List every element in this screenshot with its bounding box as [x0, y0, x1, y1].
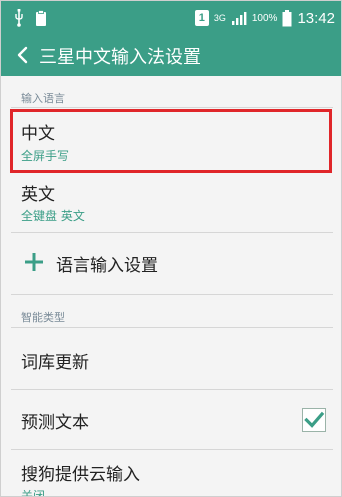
divider: [11, 294, 333, 295]
sogou-cloud-item[interactable]: 搜狗提供云输入 关闭: [1, 450, 341, 497]
predictive-text-label: 预测文本: [21, 413, 89, 433]
section-header-input-language: 输入语言: [21, 92, 65, 105]
status-bar: 1 3G 100% 13:42: [1, 1, 341, 34]
network-type: 3G: [213, 12, 226, 23]
battery-icon: [282, 9, 292, 26]
battery-percent: 100%: [251, 12, 278, 24]
checkmark-icon: [304, 411, 325, 428]
dictionary-update-item[interactable]: 词库更新: [1, 328, 341, 388]
sim-indicator: 1: [194, 10, 209, 26]
plus-icon: [25, 253, 43, 271]
phone-screen: 1 3G 100% 13:42 三星中文输入法设置 输入语言 中文 全屏手写 英…: [0, 0, 342, 497]
status-right: 1 3G 100% 13:42: [194, 7, 335, 29]
sogou-cloud-label: 搜狗提供云输入: [21, 465, 140, 485]
signal-icon: [231, 12, 247, 25]
usb-icon: [15, 9, 23, 27]
clipboard-icon: [36, 9, 46, 26]
predictive-text-item[interactable]: 预测文本: [1, 390, 341, 448]
page-title[interactable]: 三星中文输入法设置: [39, 43, 201, 69]
language-item-english[interactable]: 英文 全键盘 英文: [1, 174, 341, 232]
chevron-left-icon[interactable]: [13, 45, 33, 65]
language-settings-label: 语言输入设置: [56, 256, 158, 276]
dictionary-update-label: 词库更新: [21, 353, 89, 373]
predictive-text-checkbox[interactable]: [302, 408, 326, 432]
sogou-cloud-status: 关闭: [21, 489, 46, 497]
divider: [11, 107, 333, 108]
clock: 13:42: [297, 9, 335, 27]
highlight-frame: [10, 109, 332, 173]
language-settings-button[interactable]: 语言输入设置: [1, 233, 341, 293]
status-left: [13, 8, 47, 28]
action-bar: 三星中文输入法设置: [1, 34, 341, 76]
language-subtitle: 全键盘 英文: [21, 209, 85, 223]
section-header-smart-type: 智能类型: [21, 311, 65, 324]
language-title: 英文: [21, 185, 55, 205]
